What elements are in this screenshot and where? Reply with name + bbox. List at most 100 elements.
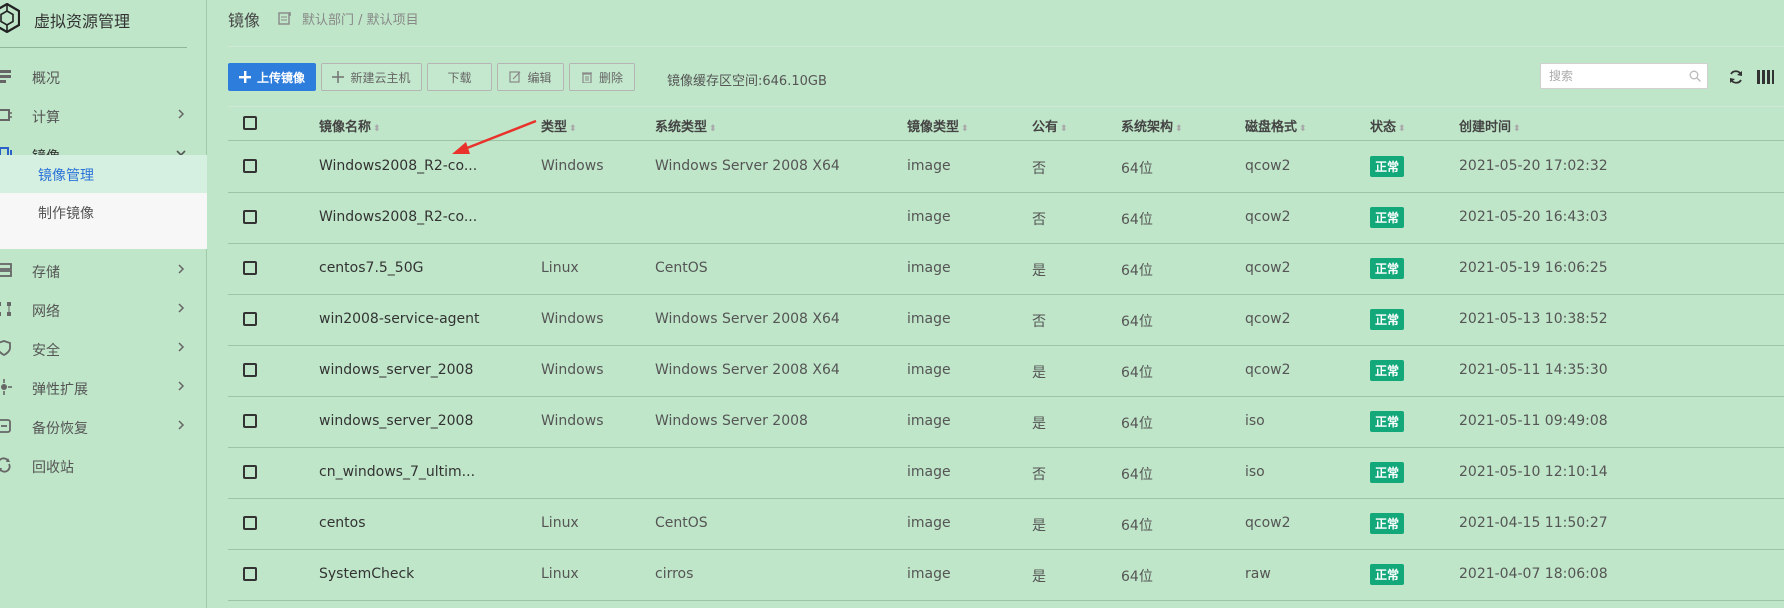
table-row[interactable]: SystemCheck Linux cirros image 是 64位 raw 2021-0… [228, 550, 1784, 601]
sort-icon: ⬍ [373, 124, 381, 134]
column-header-public[interactable]: 公有 ⬍ [1032, 116, 1068, 135]
table-row[interactable]: win2008-service-agent Windows Windows Serv… [228, 295, 1784, 346]
columns-icon[interactable] [1756, 69, 1774, 85]
cell-arch: 64位 [1121, 212, 1153, 228]
edit-button[interactable]: 编辑 [497, 63, 564, 91]
column-header-os-type[interactable]: 系统类型 ⬍ [655, 116, 717, 135]
cell-image-type: image [907, 311, 951, 327]
new-vm-button[interactable]: 新建云主机 [321, 63, 422, 91]
row-checkbox[interactable] [243, 567, 257, 581]
cell-public: 是 [1032, 518, 1046, 534]
cache-space-text: 镜像缓存区空间:646.10GB [667, 74, 827, 89]
sidebar: 虚拟资源管理 概况 计算 镜像 镜像管理 制作镜像 存储 网络 安全 [0, 0, 207, 608]
delete-button[interactable]: 删除 [569, 63, 635, 91]
cell-public: 是 [1032, 416, 1046, 432]
cell-name[interactable]: Windows2008_R2-co... [319, 158, 477, 174]
column-header-created[interactable]: 创建时间 ⬍ [1459, 116, 1521, 135]
sidebar-item-backup[interactable]: 备份恢复 [0, 408, 207, 446]
sidebar-item-overview[interactable]: 概况 [0, 58, 207, 96]
cell-image-type: image [907, 464, 951, 480]
table-row[interactable]: cn_windows_7_ultim... image 否 64位 iso 2021-05… [228, 448, 1784, 499]
table-row[interactable]: centos7.5_50G Linux CentOS image 是 64位 qcow2 20… [228, 244, 1784, 295]
cell-public: 否 [1032, 467, 1046, 483]
search-icon[interactable] [1689, 70, 1701, 82]
page-title: 镜像 [228, 11, 261, 30]
header-label: 镜像类型 [907, 120, 960, 135]
cell-name[interactable]: win2008-service-agent [319, 311, 480, 327]
project-icon [278, 12, 291, 25]
table-row[interactable]: windows_server_2008 Windows Windows Server… [228, 397, 1784, 448]
upload-image-label: 上传镜像 [256, 70, 305, 85]
download-label: 下载 [447, 70, 472, 85]
status-badge: 正常 [1370, 156, 1405, 177]
cell-type: Linux [541, 260, 579, 276]
row-checkbox[interactable] [243, 159, 257, 173]
cell-created: 2021-04-15 11:50:27 [1459, 515, 1608, 531]
cell-public: 是 [1032, 263, 1046, 279]
sidebar-item-compute[interactable]: 计算 [0, 97, 207, 135]
cell-name[interactable]: Windows2008_R2-co... [319, 209, 477, 225]
cell-name[interactable]: windows_server_2008 [319, 413, 473, 429]
edit-label: 编辑 [527, 70, 552, 85]
cell-os-type: Windows Server 2008 X64 [655, 311, 840, 327]
cell-created: 2021-05-20 17:02:32 [1459, 158, 1608, 174]
row-checkbox[interactable] [243, 516, 257, 530]
cell-image-type: image [907, 566, 951, 582]
table-row[interactable]: Windows2008_R2-co... image 否 64位 qcow2 2021-0… [228, 193, 1784, 244]
table-row[interactable]: windows_server_2008 Windows Windows Server… [228, 346, 1784, 397]
column-header-name[interactable]: 镜像名称 ⬍ [319, 116, 381, 135]
row-checkbox[interactable] [243, 414, 257, 428]
column-header-disk-format[interactable]: 磁盘格式 ⬍ [1245, 116, 1307, 135]
row-checkbox[interactable] [243, 312, 257, 326]
chevron-right-icon [178, 109, 185, 119]
sidebar-item-security[interactable]: 安全 [0, 330, 207, 368]
breadcrumb[interactable]: 默认部门 / 默认项目 [302, 9, 419, 28]
cell-image-type: image [907, 209, 951, 225]
status-badge: 正常 [1370, 564, 1405, 585]
sort-icon: ⬍ [1299, 124, 1307, 134]
header-label: 状态 [1370, 120, 1397, 135]
plus-icon [332, 71, 345, 83]
cell-name[interactable]: cn_windows_7_ultim... [319, 464, 475, 480]
submenu-item-create-image[interactable]: 制作镜像 [0, 193, 207, 231]
sort-icon: ⬍ [709, 124, 717, 134]
toolbar: 上传镜像 新建云主机 下载 编辑 删除 镜像缓存区空间:646.10GB [228, 63, 1784, 91]
header-label: 磁盘格式 [1245, 120, 1298, 135]
table-row[interactable]: centos Linux CentOS image 是 64位 qcow2 2021-04-1… [228, 499, 1784, 550]
sidebar-item-network[interactable]: 网络 [0, 291, 207, 329]
row-checkbox[interactable] [243, 363, 257, 377]
search-input[interactable] [1541, 64, 1681, 88]
page-header: 镜像 默认部门 / 默认项目 [208, 0, 1784, 46]
cell-name[interactable]: SystemCheck [319, 566, 414, 582]
submenu-item-image-management[interactable]: 镜像管理 [0, 155, 207, 193]
download-button[interactable]: 下载 [427, 63, 492, 91]
cell-name[interactable]: centos [319, 515, 366, 531]
column-header-type[interactable]: 类型 ⬍ [541, 116, 577, 135]
header-label: 系统架构 [1121, 120, 1174, 135]
row-checkbox[interactable] [243, 465, 257, 479]
column-header-arch[interactable]: 系统架构 ⬍ [1121, 116, 1183, 135]
delete-label: 删除 [598, 70, 623, 85]
cell-image-type: image [907, 413, 951, 429]
column-header-image-type[interactable]: 镜像类型 ⬍ [907, 116, 969, 135]
sidebar-item-storage[interactable]: 存储 [0, 252, 207, 290]
cell-created: 2021-05-19 16:06:25 [1459, 260, 1608, 276]
sidebar-item-scaling[interactable]: 弹性扩展 [0, 369, 207, 407]
cell-os-type: CentOS [655, 260, 708, 276]
network-icon [0, 302, 11, 316]
cell-os-type: CentOS [655, 515, 708, 531]
cell-arch: 64位 [1121, 416, 1153, 432]
chevron-right-icon [178, 342, 185, 352]
row-checkbox[interactable] [243, 261, 257, 275]
sort-icon: ⬍ [1175, 124, 1183, 134]
select-all-checkbox[interactable] [243, 116, 257, 130]
column-header-status[interactable]: 状态 ⬍ [1370, 116, 1406, 135]
row-checkbox[interactable] [243, 210, 257, 224]
upload-image-button[interactable]: 上传镜像 [228, 63, 316, 91]
sidebar-item-recycle-bin[interactable]: 回收站 [0, 447, 207, 485]
cell-disk-format: qcow2 [1245, 209, 1291, 225]
cell-name[interactable]: centos7.5_50G [319, 260, 423, 276]
cell-type: Windows [541, 362, 604, 378]
refresh-icon[interactable] [1728, 69, 1744, 85]
cell-name[interactable]: windows_server_2008 [319, 362, 473, 378]
